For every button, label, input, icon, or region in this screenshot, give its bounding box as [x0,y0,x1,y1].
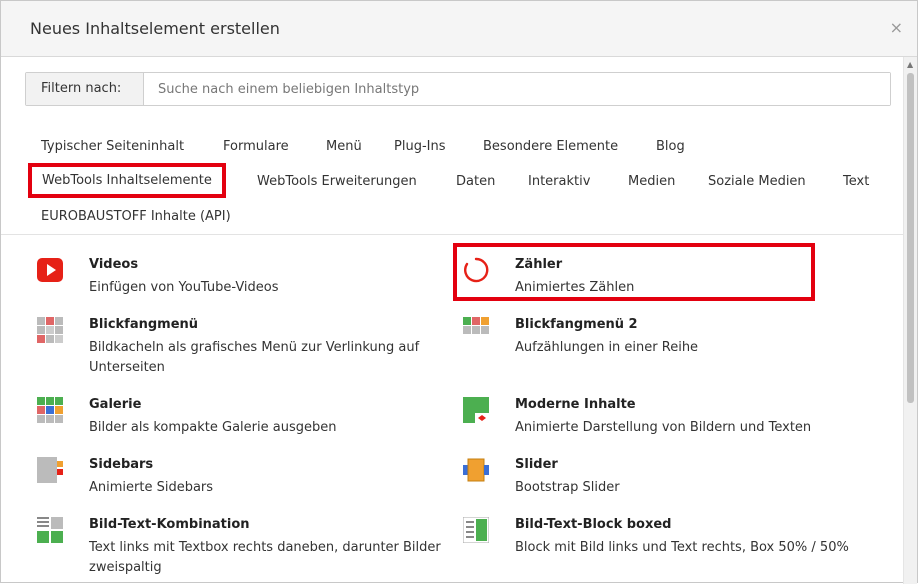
modern-content-icon [463,397,489,423]
element-title: Bild-Text-Kombination [89,517,250,532]
element-bild-text-kombination[interactable]: Bild-Text-Kombination Text links mit Tex… [37,517,467,577]
dialog-header: Neues Inhaltselement erstellen × [1,1,917,57]
element-description: Animierte Sidebars [89,480,214,495]
vertical-scrollbar[interactable]: ▲ [903,57,917,584]
element-title: Moderne Inhalte [515,397,636,412]
tab-typischer-seiteninhalt[interactable]: Typischer Seiteninhalt [41,139,184,154]
tab-webtools-inhaltselemente[interactable]: WebTools Inhaltselemente [28,163,226,198]
tab-plug-ins[interactable]: Plug-Ins [394,139,445,154]
dialog-content: Filtern nach: Typischer Seiteninhalt For… [1,57,904,584]
tab-formulare[interactable]: Formulare [223,139,289,154]
tab-medien[interactable]: Medien [628,174,675,189]
tabs-divider [1,234,904,235]
element-description: Einfügen von YouTube-Videos [89,280,279,295]
element-title: Blickfangmenü [89,317,199,332]
element-bild-text-block-boxed[interactable]: Bild-Text-Block boxed Block mit Bild lin… [463,517,893,557]
element-sidebars[interactable]: Sidebars Animierte Sidebars [37,457,467,497]
element-description: Bilder als kompakte Galerie ausgeben [89,420,337,435]
element-title: Blickfangmenü 2 [515,317,638,332]
scrollbar-thumb[interactable] [907,73,914,403]
element-moderne-inhalte[interactable]: Moderne Inhalte Animierte Darstellung vo… [463,397,893,437]
tab-text[interactable]: Text [843,174,869,189]
element-blickfangmenue-2[interactable]: Blickfangmenü 2 Aufzählungen in einer Re… [463,317,893,357]
element-galerie[interactable]: Galerie Bilder als kompakte Galerie ausg… [37,397,467,437]
scroll-up-arrow-icon[interactable]: ▲ [907,60,913,69]
element-title: Galerie [89,397,142,412]
new-content-element-dialog: Neues Inhaltselement erstellen × Filtern… [0,0,918,584]
tab-blog[interactable]: Blog [656,139,685,154]
element-description: Aufzählungen in einer Reihe [515,340,699,355]
gallery-icon [37,397,63,423]
element-description: Animiertes Zählen [515,280,635,295]
tab-eurobaustoff-inhalte[interactable]: EUROBAUSTOFF Inhalte (API) [41,209,231,224]
image-text-icon [37,517,63,543]
sidebar-icon [37,457,63,483]
close-button[interactable]: × [890,20,903,36]
element-videos[interactable]: Videos Einfügen von YouTube-Videos [37,257,467,297]
tab-soziale-medien[interactable]: Soziale Medien [708,174,806,189]
element-description: Text links mit Textbox rechts daneben, d… [89,540,441,575]
element-title: Zähler [515,257,563,272]
element-description: Block mit Bild links und Text rechts, Bo… [515,540,849,555]
image-text-boxed-icon [463,517,489,543]
element-blickfangmenue[interactable]: Blickfangmenü Bildkacheln als grafisches… [37,317,467,377]
tab-webtools-erweiterungen[interactable]: WebTools Erweiterungen [257,174,417,189]
element-description: Animierte Darstellung von Bildern und Te… [515,420,812,435]
element-title: Videos [89,257,139,272]
tile-menu-2-icon [463,317,489,334]
category-tabs: Typischer Seiteninhalt Formulare Menü Pl… [1,57,904,237]
tab-daten[interactable]: Daten [456,174,495,189]
element-title: Bild-Text-Block boxed [515,517,672,532]
element-description: Bildkacheln als grafisches Menü zur Verl… [89,340,420,375]
tab-besondere-elemente[interactable]: Besondere Elemente [483,139,618,154]
dialog-title: Neues Inhaltselement erstellen [30,19,280,38]
element-zaehler[interactable]: Zähler Animiertes Zählen [463,257,893,297]
element-title: Slider [515,457,558,472]
slider-icon [463,458,489,482]
tile-menu-icon [37,317,63,343]
tab-interaktiv[interactable]: Interaktiv [528,174,590,189]
element-slider[interactable]: Slider Bootstrap Slider [463,457,893,497]
element-title: Sidebars [89,457,154,472]
youtube-icon [37,258,63,282]
element-description: Bootstrap Slider [515,480,620,495]
tab-menue[interactable]: Menü [326,139,362,154]
counter-icon [464,257,489,283]
